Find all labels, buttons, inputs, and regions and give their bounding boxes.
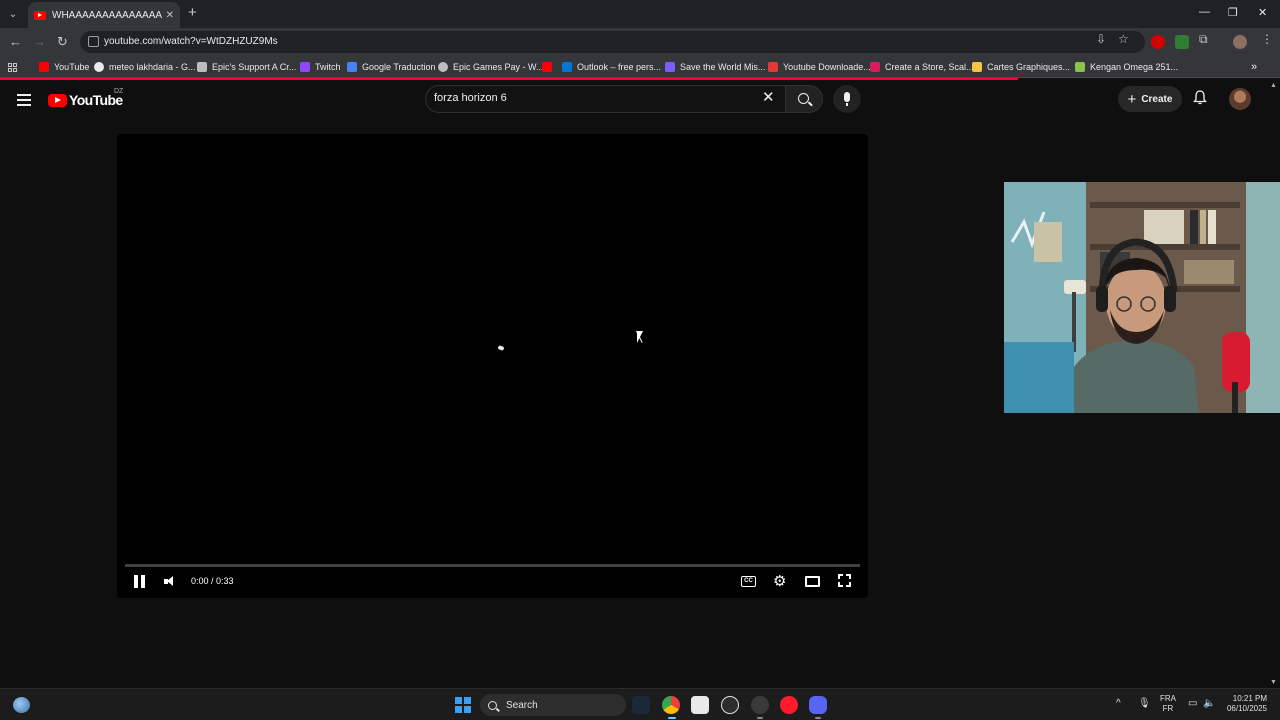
chrome-active-indicator [668, 717, 676, 719]
bookmark-youtube[interactable]: YouTube [39, 60, 89, 74]
fullscreen-button[interactable] [838, 574, 851, 587]
video-player[interactable]: 0:00 / 0:33 CC ⚙ [117, 134, 868, 598]
browser-tab-active[interactable]: WHAAAAAAAAAAAAAAAAAAAAAAAAAAA ✕ [28, 2, 180, 28]
search-clear-icon[interactable]: ✕ [762, 89, 775, 107]
apps-grid-icon[interactable] [8, 60, 17, 74]
input-language[interactable]: FRA FR [1160, 694, 1176, 714]
bookmark-twitch[interactable]: Twitch [300, 60, 341, 74]
youtube-favicon-icon [34, 10, 46, 20]
language-code: FRA [1160, 694, 1176, 703]
tray-overflow-chevron-icon[interactable]: ^ [1116, 698, 1121, 709]
speaker-icon[interactable]: 🔈 [1203, 698, 1215, 709]
settings-gear-icon[interactable]: ⚙ [773, 574, 786, 589]
tab-search-button[interactable]: ⌄ [4, 5, 22, 23]
discord-running-indicator [815, 717, 821, 719]
reload-button[interactable]: ↻ [57, 35, 68, 49]
profile-avatar-icon[interactable] [1233, 35, 1247, 49]
volume-button[interactable] [164, 575, 178, 588]
bookmark-google-traduction[interactable]: Google Traduction [347, 60, 436, 74]
search-input[interactable] [434, 92, 754, 104]
taskbar-search-label: Search [506, 699, 538, 711]
bookmark-save-the-world[interactable]: Save the World Mis... [665, 60, 765, 74]
voice-search-button[interactable] [833, 85, 861, 113]
extension-icon-red[interactable] [1151, 35, 1165, 49]
search-button[interactable] [785, 85, 823, 113]
account-avatar[interactable] [1229, 88, 1251, 110]
back-button[interactable]: ← [9, 35, 22, 49]
weather-widget-icon[interactable] [13, 697, 30, 713]
create-label: Create [1141, 93, 1173, 105]
video-time-display: 0:00 / 0:33 [191, 576, 234, 586]
scrollbar-up-arrow-icon[interactable]: ▲ [1270, 82, 1277, 89]
notifications-bell-icon[interactable] [1193, 90, 1207, 108]
capture-app-icon[interactable] [691, 696, 709, 714]
restore-button[interactable]: ❐ [1228, 6, 1238, 19]
extensions-puzzle-icon[interactable]: ⧉ [1199, 32, 1208, 47]
microphone-tray-icon[interactable]: 🎙 [1138, 698, 1151, 709]
chrome-app-icon[interactable] [662, 696, 680, 714]
theater-mode-button[interactable] [805, 576, 820, 587]
network-icon[interactable]: ▭ [1188, 698, 1197, 709]
search-box [425, 85, 785, 113]
bookmark-epic-support[interactable]: Epic's Support A Cr... [197, 60, 296, 74]
chatgpt-app-icon[interactable] [721, 696, 739, 714]
pause-button[interactable] [134, 575, 146, 588]
site-info-icon[interactable] [88, 36, 99, 47]
taskbar-search-icon [488, 700, 497, 710]
browser-toolbar: ← → ↻ youtube.com/watch?v=WtDZHZUZ9Ms ⇩ … [0, 28, 1280, 56]
mouse-cursor-icon [637, 331, 643, 343]
youtube-logo[interactable]: YouTube DZ [48, 88, 123, 108]
guide-menu-icon[interactable] [17, 94, 31, 106]
clock-time: 10:21 PM [1232, 694, 1267, 703]
bookmark-youtube-icon-only[interactable] [542, 60, 557, 74]
windows-taskbar: Search ^ 🎙 FRA FR ▭ 🔈 10:21 PM 06/10/202… [0, 688, 1280, 720]
obs-app-icon[interactable] [751, 696, 769, 714]
bookmark-epic-games-pay[interactable]: Epic Games Pay - W... [438, 60, 544, 74]
opera-app-icon[interactable] [780, 696, 798, 714]
address-bar[interactable]: youtube.com/watch?v=WtDZHZUZ9Ms [80, 31, 1145, 53]
clock-date: 06/10/2025 [1226, 704, 1267, 713]
microphone-icon [844, 92, 850, 106]
scrollbar-down-arrow-icon[interactable]: ▼ [1270, 679, 1277, 686]
discord-app-icon[interactable] [809, 696, 827, 714]
minimize-button[interactable]: — [1199, 6, 1210, 18]
bookmark-youtube-downloader[interactable]: Youtube Downloade... [768, 60, 871, 74]
taskbar-search-box[interactable]: Search [480, 694, 626, 716]
youtube-header: YouTube DZ ✕ + Create [0, 80, 1280, 120]
bookmark-kengan-omega[interactable]: Kengan Omega 251... [1075, 60, 1178, 74]
tab-title: WHAAAAAAAAAAAAAAAAAAAAAAAAAAA [52, 9, 162, 21]
bookmarks-overflow-button[interactable]: » [1251, 60, 1257, 74]
bookmark-create-store[interactable]: Create a Store, Scal... [870, 60, 974, 74]
new-tab-button[interactable]: + [188, 4, 197, 21]
loading-spinner-icon [497, 345, 505, 351]
system-clock[interactable]: 10:21 PM 06/10/2025 [1221, 694, 1267, 714]
bookmarks-bar: YouTube meteo lakhdaria - G... Epic's Su… [0, 56, 1280, 78]
window-close-button[interactable]: ✕ [1258, 6, 1267, 19]
bookmark-meteo[interactable]: meteo lakhdaria - G... [94, 60, 196, 74]
bookmark-star-icon[interactable]: ☆ [1118, 32, 1129, 46]
bookmark-cartes-graphiques[interactable]: Cartes Graphiques... [972, 60, 1070, 74]
chrome-menu-icon[interactable]: ⋮ [1261, 32, 1273, 46]
tab-close-icon[interactable]: ✕ [166, 10, 174, 21]
youtube-play-logo-icon [48, 93, 67, 107]
webcam-overlay [1004, 182, 1280, 413]
obs-running-indicator [757, 717, 763, 719]
windows-start-icon[interactable] [455, 697, 471, 713]
plus-icon: + [1127, 90, 1137, 108]
search-icon [798, 93, 809, 104]
video-progress-bar[interactable] [125, 564, 860, 567]
create-button[interactable]: + Create [1118, 86, 1182, 112]
address-url: youtube.com/watch?v=WtDZHZUZ9Ms [104, 36, 278, 47]
forward-button[interactable]: → [33, 35, 46, 49]
keyboard-layout: FR [1162, 704, 1174, 713]
steam-app-icon[interactable] [632, 696, 650, 714]
browser-tab-strip: ⌄ WHAAAAAAAAAAAAAAAAAAAAAAAAAAA ✕ + — ❐ … [0, 0, 1280, 28]
subtitles-button[interactable]: CC [741, 576, 756, 587]
bookmark-outlook[interactable]: Outlook – free pers... [562, 60, 661, 74]
extension-icon-green[interactable] [1175, 35, 1189, 49]
install-app-icon[interactable]: ⇩ [1096, 32, 1106, 46]
country-code: DZ [114, 88, 124, 95]
